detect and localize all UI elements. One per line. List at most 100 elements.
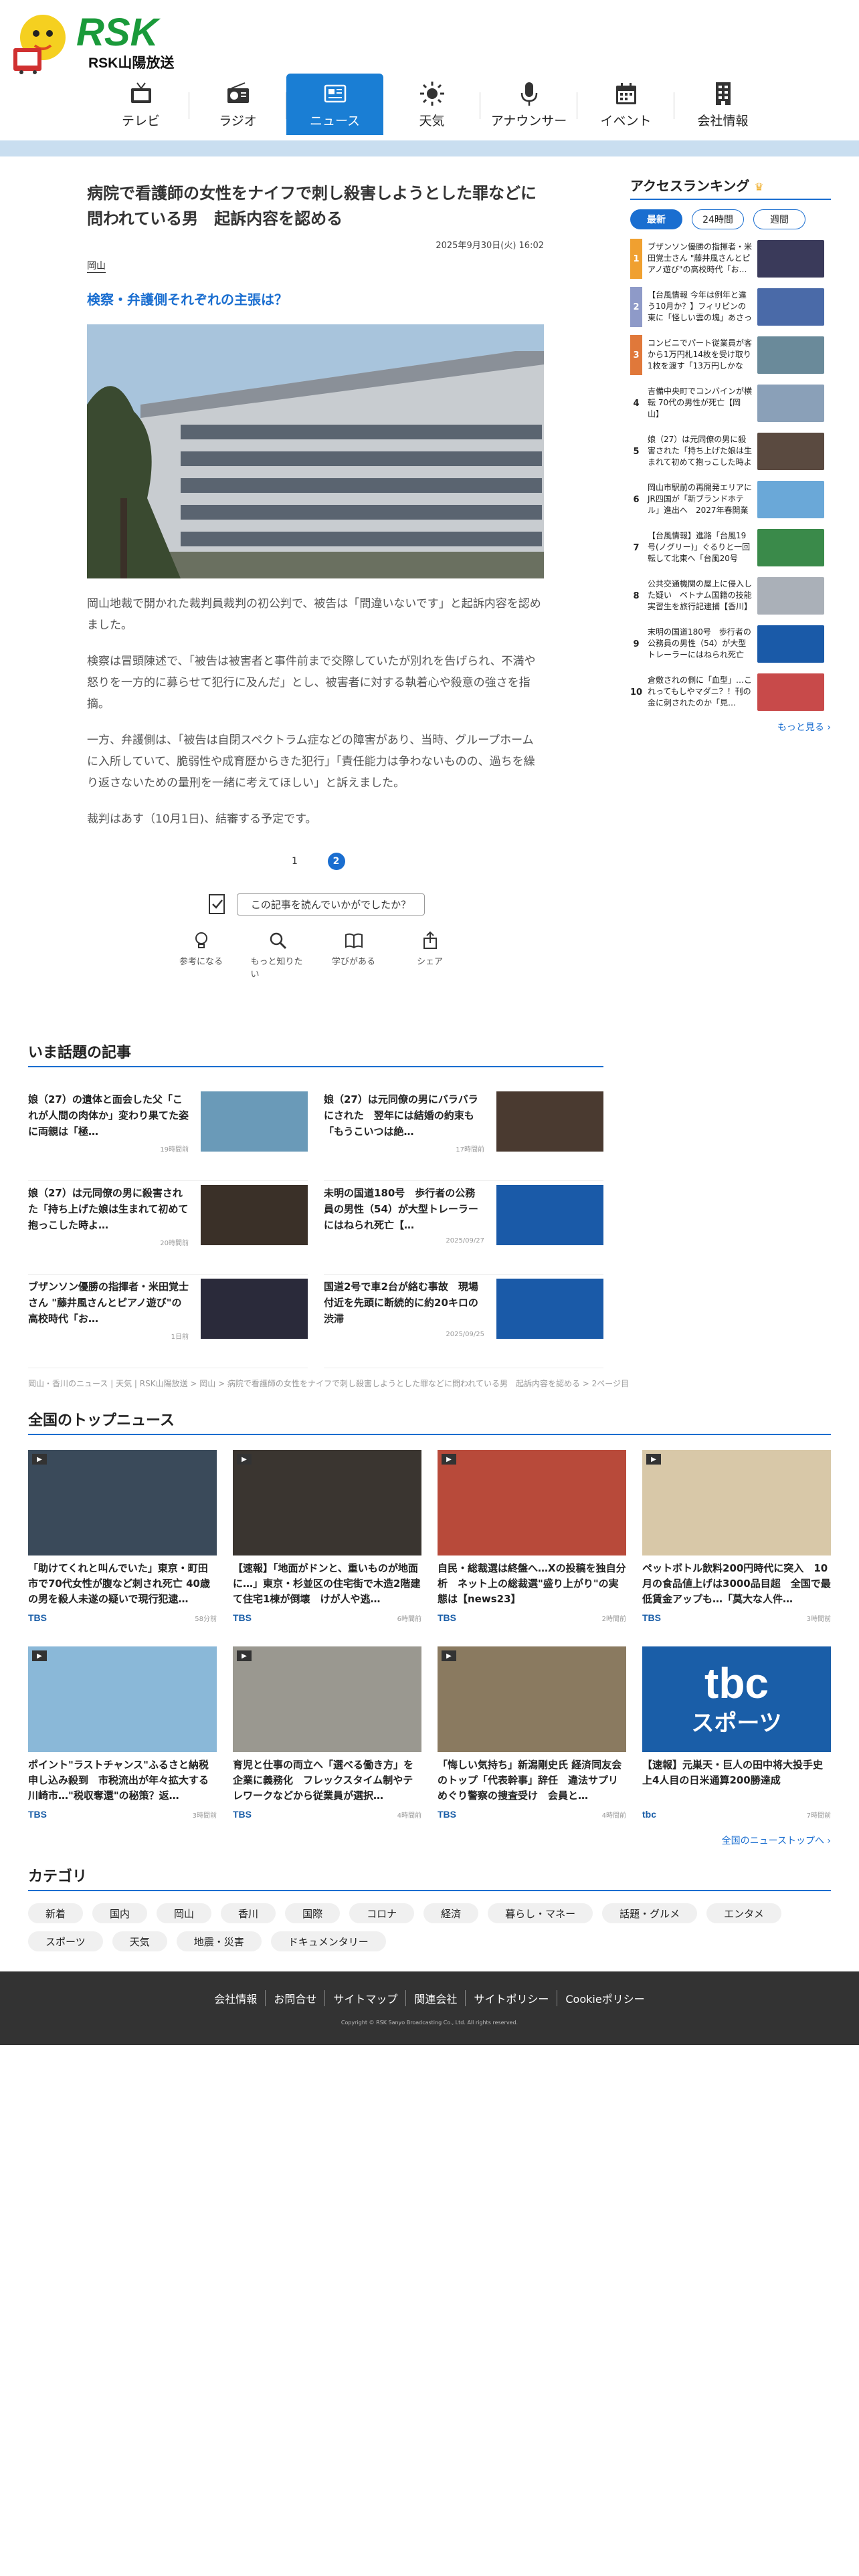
hot-item[interactable]: 国道2号で車2台が絡む事故 現場付近を先頭に断続的に約20キロの渋滞 2025/0… xyxy=(324,1275,603,1368)
tab-latest[interactable]: 最新 xyxy=(630,209,682,229)
ranking-item[interactable]: 7 【台風情報】進路「台風19号(ノグリー)」ぐるりと一回転して北東へ「台風20号… xyxy=(630,528,831,568)
feedback: この記事を読んでいかがでしたか？ xyxy=(87,893,544,916)
access-ranking: アクセスランキング ♛ 最新 24時間 週間 1 ブザンソン優勝の指揮者・米田覚士… xyxy=(630,175,831,734)
category-chip[interactable]: 岡山 xyxy=(157,1903,212,1923)
nav-radio[interactable]: ラジオ xyxy=(189,74,286,135)
footer-link[interactable]: Cookieポリシー xyxy=(557,1990,652,2006)
national-item-date: 6時間前 xyxy=(397,1615,421,1623)
react-learn[interactable]: 学びがある xyxy=(327,930,381,980)
national-thumbnail: ▶ xyxy=(438,1646,626,1752)
news-icon xyxy=(324,84,346,102)
article-tag[interactable]: 岡山 xyxy=(87,259,106,273)
national-item[interactable]: ▶ 自民・総裁選は終盤へ…Xの投稿を独自分析 ネット上の総裁選"盛り上がり"の実態… xyxy=(438,1450,626,1624)
national-thumbnail: ▶ xyxy=(28,1450,217,1555)
ranking-item[interactable]: 5 娘（27）は元同僚の男に殺害された「持ち上げた娘は生まれて初めて抱っこした時よ… xyxy=(630,431,831,471)
category-chip[interactable]: 暮らし・マネー xyxy=(488,1903,593,1923)
category-chip[interactable]: 国内 xyxy=(92,1903,148,1923)
ranking-item[interactable]: 1 ブザンソン優勝の指揮者・米田覚士さん "藤井風さんとピアノ遊び"の高校時代「お… xyxy=(630,239,831,279)
national-grid: ▶ 「助けてくれと叫んでいた」東京・町田市で70代女性が腹など刺され死亡 40歳の… xyxy=(28,1450,831,1820)
category-chip[interactable]: 天気 xyxy=(112,1931,167,1951)
category-chip[interactable]: 国際 xyxy=(285,1903,341,1923)
tab-24h[interactable]: 24時間 xyxy=(692,209,744,229)
feedback-icon xyxy=(208,894,225,914)
hot-item[interactable]: 娘（27）は元同僚の男にバラバラにされた 翌年には結婚の約束も「もうこいつは絶…… xyxy=(324,1087,603,1181)
breadcrumb[interactable]: 岡山・香川のニュース | 天気 | RSK山陽放送 > 岡山 > 病院で看護師の… xyxy=(28,1378,831,1389)
ranking-item[interactable]: 9 末明の国道180号 歩行者の公務員の男性（54）が大型トレーラーにはねられ死亡… xyxy=(630,624,831,664)
footer-link[interactable]: サイトマップ xyxy=(324,1990,405,2006)
rank-number: 3 xyxy=(630,335,642,375)
hot-title: いま話題の記事 xyxy=(28,1041,603,1067)
react-label: シェア xyxy=(416,957,443,967)
hot-item-text: 娘（27）は元同僚の男に殺害された「持ち上げた娘は生まれて初めて抱っこした時よ… xyxy=(28,1187,189,1231)
hot-thumbnail xyxy=(201,1185,308,1245)
national-thumbnail: tbc スポーツ xyxy=(642,1646,831,1752)
rank-number: 9 xyxy=(630,624,642,664)
national-item[interactable]: ▶ 「助けてくれと叫んでいた」東京・町田市で70代女性が腹など刺され死亡 40歳の… xyxy=(28,1450,217,1624)
hot-item-text: 娘（27）は元同僚の男にバラバラにされた 翌年には結婚の約束も「もうこいつは絶… xyxy=(324,1093,478,1138)
page-1[interactable]: 1 xyxy=(286,853,304,870)
footer-links: 会社情報 お問合せ サイトマップ 関連会社 サイトポリシー Cookieポリシー xyxy=(0,1990,859,2006)
national-item[interactable]: ▶ 【速報】「地面がドンと、重いものが地面に…」東京・杉並区の住宅街で木造2階建て… xyxy=(233,1450,421,1624)
national-thumbnail: ▶ xyxy=(28,1646,217,1752)
national-item-text: 自民・総裁選は終盤へ…Xの投稿を独自分析 ネット上の総裁選"盛り上がり"の実態は… xyxy=(438,1562,626,1605)
footer-link[interactable]: お問合せ xyxy=(265,1990,324,2006)
national-item[interactable]: ▶ ポイント"ラストチャンス"ふるさと納税申し込み殺到 市税流出が年々拡大する川崎… xyxy=(28,1646,217,1820)
category-chip[interactable]: 地震・災害 xyxy=(176,1931,262,1951)
category-chip[interactable]: コロナ xyxy=(349,1903,415,1923)
category-chip[interactable]: ドキュメンタリー xyxy=(270,1931,386,1951)
article-paragraph: 裁判はあす（10月1日)、結審する予定です。 xyxy=(87,813,317,826)
react-label: もっと知りたい xyxy=(250,957,303,980)
building-icon xyxy=(715,82,731,105)
category-chip[interactable]: 話題・グルメ xyxy=(602,1903,698,1923)
national-item[interactable]: tbc スポーツ 【速報】元巣天・巨人の田中将大投手史上4人目の日米通算200勝達成… xyxy=(642,1646,831,1820)
hot-item[interactable]: 未明の国道180号 歩行者の公務員の男性（54）が大型トレーラーにはねられ死亡【… xyxy=(324,1181,603,1275)
nav-announcer[interactable]: アナウンサー xyxy=(480,74,577,135)
ranking-item[interactable]: 6 岡山市駅前の再開発エリアにJR四国が「新ブランドホテル」進出へ 2027年春開… xyxy=(630,479,831,520)
hot-item[interactable]: ブザンソン優勝の指揮者・米田覚士さん "藤井風さんとピアノ遊び"の高校時代「お…… xyxy=(28,1275,308,1368)
footer-link[interactable]: 関連会社 xyxy=(405,1990,465,2006)
source-logo: TBS xyxy=(438,1809,456,1820)
national-item-text: 「悔しい気持ち」新潟剛史氏 経済同友会のトップ「代表幹事」辞任 違法サプリめぐり… xyxy=(438,1759,622,1802)
national-item-date: 58分前 xyxy=(195,1615,217,1623)
react-helpful[interactable]: 参考になる xyxy=(175,930,228,980)
footer-link[interactable]: サイトポリシー xyxy=(465,1990,557,2006)
page-2-current[interactable]: 2 xyxy=(327,853,345,870)
nav-news[interactable]: ニュース xyxy=(286,74,383,135)
national-item[interactable]: ▶ ペットボトル飲料200円時代に突入 10月の食品値上げは3000品目超 全国で… xyxy=(642,1450,831,1624)
video-play-icon: ▶ xyxy=(32,1454,47,1465)
ranking-item[interactable]: 10 倉敷されの側に「血型」…これってもしやマダニ？！刊の金に刺されたのか「見… xyxy=(630,672,831,712)
feedback-question: この記事を読んでいかがでしたか？ xyxy=(236,893,425,916)
category-chip[interactable]: 香川 xyxy=(221,1903,276,1923)
source-logo: TBS xyxy=(28,1809,47,1820)
hot-item[interactable]: 娘（27）は元同僚の男に殺害された「持ち上げた娘は生まれて初めて抱っこした時よ…… xyxy=(28,1181,308,1275)
national-more-link[interactable]: 全国のニューストップへ › xyxy=(28,1834,831,1847)
nav-company[interactable]: 会社情報 xyxy=(674,74,771,135)
category-chip[interactable]: スポーツ xyxy=(28,1931,103,1951)
lightbulb-icon xyxy=(195,932,207,948)
ranking-item[interactable]: 3 コンビニでパート従業員が客から1万円札14枚を受け取り1枚を渡す「13万円しか… xyxy=(630,335,831,375)
category-chip[interactable]: 新着 xyxy=(28,1903,84,1923)
nav-event[interactable]: イベント xyxy=(577,74,674,135)
nav-tv[interactable]: テレビ xyxy=(92,74,189,135)
copyright: Copyright © RSK Sanyo Broadcasting Co., … xyxy=(341,2020,518,2026)
ranking-item[interactable]: 2 【台風情報 今年は例年と違う10月か？】フィリピンの東に「怪しい雲の塊」あさっ… xyxy=(630,287,831,327)
microphone-icon xyxy=(520,82,537,106)
national-item[interactable]: ▶ 「悔しい気持ち」新潟剛史氏 経済同友会のトップ「代表幹事」辞任 違法サプリめぐ… xyxy=(438,1646,626,1820)
category-chip[interactable]: 経済 xyxy=(423,1903,479,1923)
ranking-item[interactable]: 8 公共交通機関の屋上に侵入した疑い ベトナム国籍の技能実習生を旅行記逮捕【香川】 xyxy=(630,576,831,616)
rank-number: 5 xyxy=(630,431,642,471)
hot-item[interactable]: 娘（27）の遺体と面会した父「これが人間の肉体か」変わり果てた姿に両親は「極… 1… xyxy=(28,1087,308,1181)
ranking-more-link[interactable]: もっと見る › xyxy=(630,720,831,734)
footer-link[interactable]: 会社情報 xyxy=(206,1990,265,2006)
video-play-icon: ▶ xyxy=(646,1454,661,1465)
nav-label: テレビ xyxy=(121,113,160,128)
react-more[interactable]: もっと知りたい xyxy=(251,930,304,980)
tab-weekly[interactable]: 週間 xyxy=(753,209,805,229)
category-chip[interactable]: エンタメ xyxy=(706,1903,781,1923)
national-item[interactable]: ▶ 育児と仕事の両立へ「選べる働き方」を企業に義務化 フレックスタイム制やテレワー… xyxy=(233,1646,421,1820)
react-share[interactable]: シェア xyxy=(403,930,457,980)
category-title: カテゴリ xyxy=(28,1864,831,1891)
ranking-item[interactable]: 4 吉備中央町でコンバインが横転 70代の男性が死亡【岡山】 xyxy=(630,383,831,423)
site-logo[interactable]: RSK RSK山陽放送 xyxy=(5,5,186,74)
nav-weather[interactable]: 天気 xyxy=(383,74,480,135)
